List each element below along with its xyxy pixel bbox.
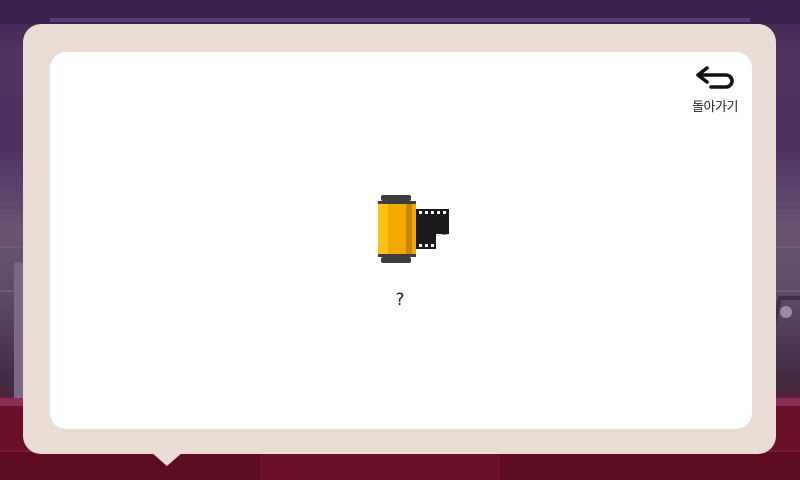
back-button[interactable]: 돌아가기 xyxy=(684,62,746,122)
film-roll-icon xyxy=(378,195,449,263)
ceiling-trim xyxy=(50,18,750,22)
item-name: ? xyxy=(395,290,405,310)
floor-panel xyxy=(500,450,800,480)
floor-panel xyxy=(0,450,260,480)
background-knob xyxy=(780,306,792,318)
return-arrow-icon xyxy=(696,66,734,89)
back-label: 돌아가기 xyxy=(692,100,738,115)
dialog-pointer xyxy=(151,452,183,466)
